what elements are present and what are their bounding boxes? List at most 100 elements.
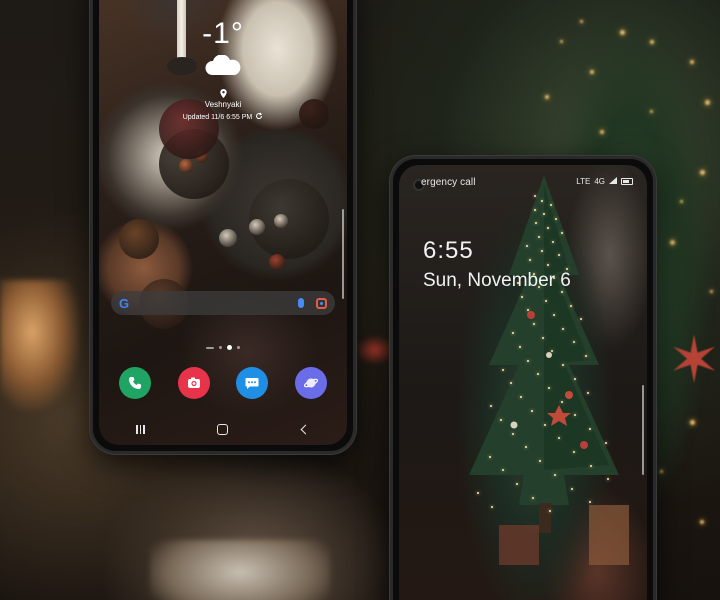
tree-light bbox=[541, 336, 544, 339]
bokeh-light bbox=[600, 130, 604, 134]
phone-app[interactable] bbox=[119, 367, 151, 399]
bokeh-light bbox=[650, 110, 653, 113]
tree-light bbox=[554, 217, 557, 220]
internet-app[interactable] bbox=[294, 367, 327, 399]
edge-panel-handle[interactable] bbox=[342, 209, 344, 299]
tree-light bbox=[490, 505, 493, 508]
bokeh-light bbox=[560, 40, 563, 43]
updated-row: Updated 11/6 6:55 PM bbox=[99, 112, 347, 122]
recent-apps-button[interactable] bbox=[120, 419, 160, 439]
volume-button bbox=[353, 43, 356, 83]
tree-light bbox=[476, 492, 479, 495]
tree-light bbox=[534, 195, 536, 197]
bokeh-light bbox=[660, 470, 663, 473]
home-icon bbox=[217, 423, 229, 435]
bokeh-light bbox=[680, 200, 683, 203]
bokeh-light bbox=[670, 240, 675, 245]
status-bar-icons: LTE 4G bbox=[576, 177, 633, 186]
battery-icon bbox=[621, 178, 633, 185]
tree-light bbox=[526, 309, 529, 312]
left-phone: -1° Veshnyaki Updated 11/6 6:55 PM G bbox=[90, 0, 356, 454]
app-dock bbox=[119, 367, 327, 399]
tree-light bbox=[573, 451, 576, 453]
tree-light bbox=[552, 313, 555, 316]
tree-light bbox=[501, 368, 504, 371]
tree-light bbox=[520, 295, 523, 298]
page-indicator[interactable] bbox=[99, 345, 347, 350]
tree-light bbox=[561, 364, 564, 367]
page-dot bbox=[219, 346, 222, 349]
background-ornament bbox=[355, 335, 395, 365]
tree-light bbox=[584, 355, 587, 357]
tree-light bbox=[538, 460, 541, 463]
bokeh-light bbox=[700, 170, 705, 175]
bokeh-light bbox=[710, 290, 713, 293]
tree-light bbox=[570, 487, 573, 490]
lock-screen: ergency call LTE 4G 6:55 Sun, November 6 bbox=[399, 165, 647, 600]
home-button[interactable] bbox=[203, 419, 243, 439]
power-button bbox=[653, 259, 656, 299]
tree-light bbox=[544, 423, 546, 426]
tree-light bbox=[531, 496, 534, 499]
bokeh-light bbox=[650, 40, 654, 44]
tree-light bbox=[574, 377, 576, 380]
temperature: -1° bbox=[202, 17, 244, 50]
location-row: Veshnyaki bbox=[99, 89, 347, 109]
home-screen: -1° Veshnyaki Updated 11/6 6:55 PM G bbox=[99, 0, 347, 445]
tree-light bbox=[519, 345, 522, 348]
tree-light bbox=[552, 240, 554, 243]
location-pin-icon bbox=[219, 89, 227, 100]
camera-app[interactable] bbox=[177, 367, 210, 399]
right-phone: ergency call LTE 4G 6:55 Sun, November 6 bbox=[390, 156, 656, 600]
planet-icon bbox=[303, 378, 318, 388]
google-search-bar[interactable]: G bbox=[111, 291, 335, 315]
tree-light bbox=[528, 259, 531, 261]
bokeh-light bbox=[690, 60, 694, 64]
tree-light bbox=[533, 208, 536, 211]
tree-light bbox=[549, 204, 552, 207]
refresh-icon[interactable] bbox=[255, 112, 263, 122]
bokeh-light bbox=[620, 30, 625, 35]
tree-light bbox=[560, 400, 563, 403]
bokeh-light bbox=[690, 420, 695, 425]
updated-time: Updated 11/6 6:55 PM bbox=[182, 113, 253, 121]
food-item bbox=[274, 214, 288, 228]
emergency-call-text[interactable]: ergency call bbox=[421, 177, 476, 188]
back-button[interactable] bbox=[286, 419, 326, 439]
tree-light bbox=[553, 473, 556, 476]
location-name: Veshnyaki bbox=[204, 100, 242, 109]
page-dot bbox=[206, 346, 214, 349]
edge-panel-handle[interactable] bbox=[642, 385, 644, 475]
bokeh-light bbox=[590, 70, 594, 74]
bokeh-light bbox=[700, 520, 704, 524]
star-ornament-icon: ✶ bbox=[667, 324, 720, 396]
food-item bbox=[219, 229, 237, 247]
camera-icon bbox=[187, 377, 200, 388]
lock-clock: 6:55 bbox=[423, 237, 474, 264]
bokeh-light bbox=[705, 100, 710, 105]
background-lamp bbox=[0, 280, 80, 410]
weather-widget[interactable]: -1° Veshnyaki Updated 11/6 6:55 PM bbox=[99, 17, 347, 122]
food-item bbox=[249, 179, 329, 259]
phone-icon bbox=[129, 377, 141, 389]
cloud-icon bbox=[205, 55, 241, 75]
page-dot bbox=[237, 346, 240, 349]
lock-date: Sun, November 6 bbox=[423, 270, 571, 291]
mic-icon[interactable] bbox=[298, 298, 304, 308]
tree-light bbox=[544, 300, 547, 303]
chat-icon bbox=[245, 378, 259, 389]
wallpaper-christmas-tree bbox=[469, 175, 629, 565]
tree-light bbox=[572, 341, 575, 344]
lens-icon[interactable] bbox=[316, 297, 327, 309]
tree-light bbox=[489, 455, 492, 458]
messages-app[interactable] bbox=[236, 367, 269, 399]
tree-light bbox=[511, 432, 514, 435]
tree-light bbox=[541, 199, 544, 202]
network-indicator: 4G bbox=[594, 177, 605, 186]
bokeh-light bbox=[545, 95, 549, 99]
tree-light bbox=[569, 304, 572, 307]
signal-icon bbox=[609, 177, 617, 186]
tree-light bbox=[561, 327, 564, 330]
food-item bbox=[269, 254, 285, 270]
bokeh-light bbox=[580, 20, 583, 23]
